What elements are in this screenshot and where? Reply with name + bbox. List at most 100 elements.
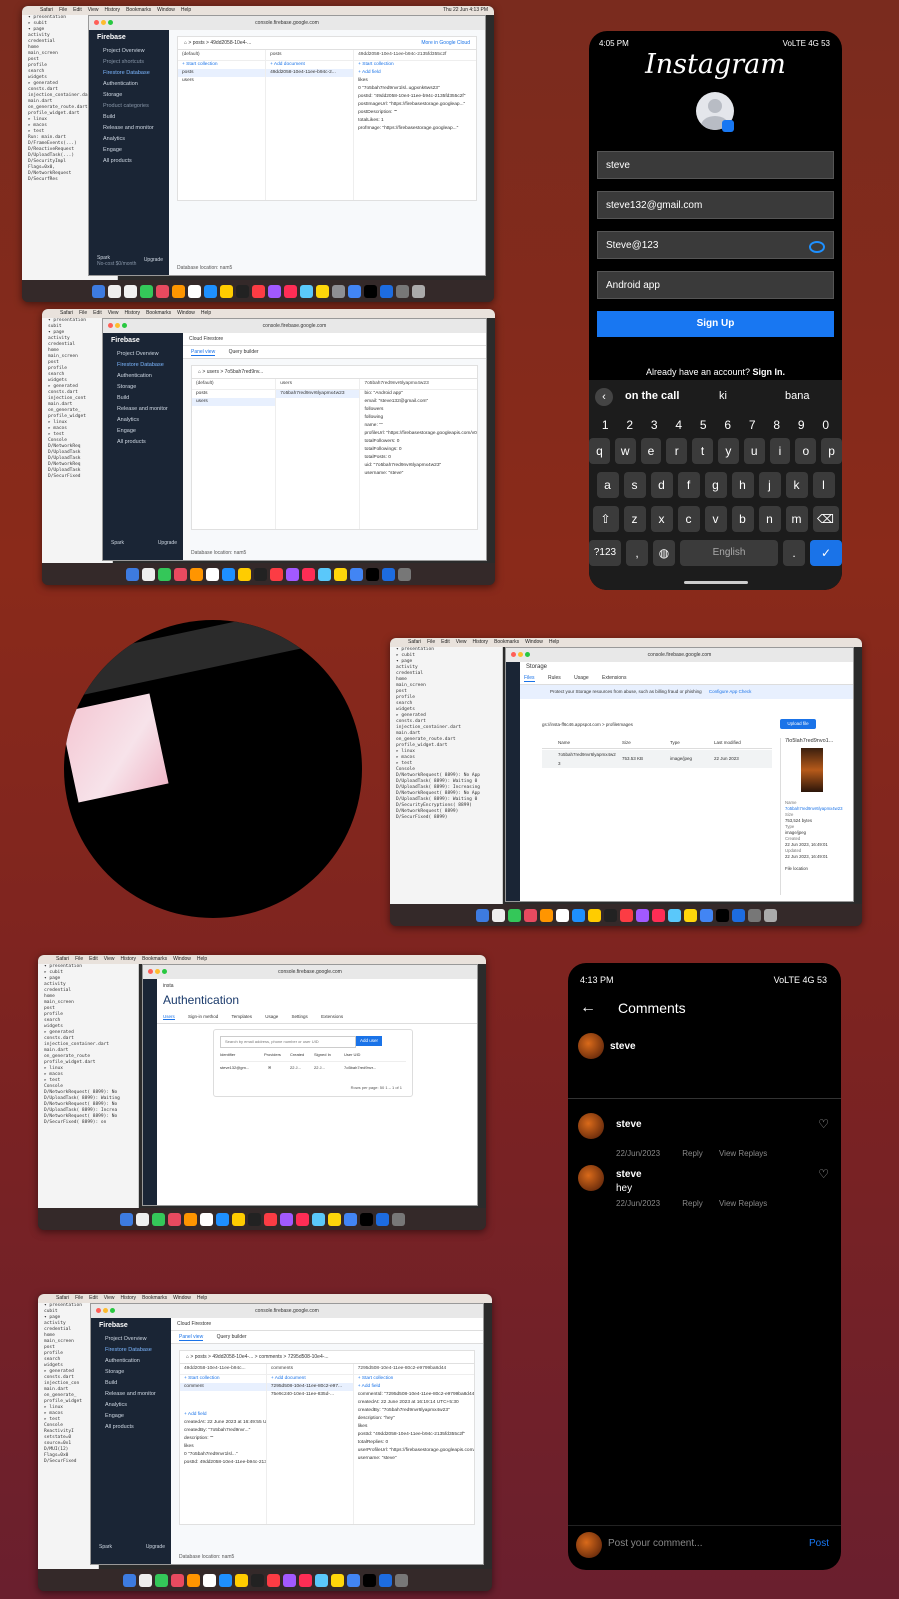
tab-files[interactable]: Files — [524, 675, 535, 682]
collection-users[interactable]: users — [178, 77, 265, 85]
nav-build[interactable]: Build — [91, 1378, 171, 1389]
key-b[interactable]: b — [731, 506, 754, 532]
tab-panel-view[interactable]: Panel view — [179, 1334, 204, 1341]
nav-authentication[interactable]: Authentication — [91, 1356, 171, 1367]
nav-release[interactable]: Release and monitor — [91, 1389, 171, 1400]
view-replies-button[interactable]: View Replays — [719, 1149, 767, 1158]
collection-users[interactable]: users — [192, 398, 276, 406]
add-field-button[interactable]: + Add field — [180, 1411, 266, 1419]
table-row[interactable]: steve132@gm... ✉ 22 J... 22 J... 7o5bah7red9… — [220, 1065, 406, 1074]
start-collection-button[interactable]: + Start collection — [354, 61, 476, 69]
file-row[interactable]: 7o5bah7red9nvr6lyapmx4w23 753.53 KB imag… — [542, 750, 772, 768]
document-row[interactable]: 7o5bah7red9nvr6lyapmx4w23 — [276, 390, 360, 398]
nav-release[interactable]: Release and monitor — [89, 123, 169, 134]
heart-icon[interactable]: ♡ — [818, 1167, 829, 1181]
eye-icon[interactable] — [809, 241, 825, 253]
key-o[interactable]: o — [795, 438, 817, 464]
key-g[interactable]: g — [704, 472, 727, 498]
collection-comment[interactable]: comment — [180, 1383, 266, 1391]
key-n[interactable]: n — [758, 506, 781, 532]
start-collection-button[interactable]: + Start collection — [178, 61, 265, 69]
key-s[interactable]: s — [623, 472, 646, 498]
reply-button[interactable]: Reply — [682, 1199, 702, 1208]
tab-query-builder[interactable]: Query builder — [217, 1334, 247, 1340]
nav-firestore[interactable]: Firestore Database — [91, 1345, 171, 1356]
password-input[interactable]: Steve@123 — [597, 231, 834, 259]
tab-panel-view[interactable]: Panel view — [191, 349, 216, 356]
back-arrow-icon[interactable]: ← — [580, 999, 596, 1017]
document-row[interactable]: 49dd2058-10e4-11ee-b94c-2... — [266, 69, 354, 77]
backspace-key[interactable]: ⌫ — [812, 506, 839, 532]
url-bar[interactable]: console.firebase.google.com — [255, 20, 319, 26]
nav-analytics[interactable]: Analytics — [103, 415, 183, 426]
key-r[interactable]: r — [666, 438, 688, 464]
nav-engage[interactable]: Engage — [103, 426, 183, 437]
email-input[interactable]: steve132@gmail.com — [597, 191, 834, 219]
comment-input[interactable]: Post your comment... — [608, 1538, 702, 1549]
tab-extensions[interactable]: Extensions — [321, 1014, 343, 1019]
space-bar[interactable]: English — [680, 540, 778, 566]
avatar[interactable] — [576, 1532, 602, 1558]
tab-users[interactable]: Users — [163, 1014, 175, 1020]
globe-icon[interactable]: ◍ — [653, 540, 675, 566]
nav-engage[interactable]: Engage — [91, 1411, 171, 1422]
key-h[interactable]: h — [731, 472, 754, 498]
nav-all-products[interactable]: All products — [103, 437, 183, 448]
search-bar[interactable] — [64, 620, 362, 698]
tab-extensions[interactable]: Extensions — [602, 675, 626, 681]
upgrade-button[interactable]: Upgrade — [146, 1544, 165, 1550]
nav-build[interactable]: Build — [89, 112, 169, 123]
key-z[interactable]: z — [623, 506, 646, 532]
key-w[interactable]: w — [614, 438, 636, 464]
key-8[interactable]: 8 — [773, 418, 780, 432]
key-l[interactable]: l — [812, 472, 835, 498]
add-document-button[interactable]: + Add document — [266, 61, 353, 69]
suggestion-2[interactable]: ki — [719, 390, 727, 402]
start-collection-button[interactable]: + Start collection — [180, 1375, 266, 1383]
tab-query-builder[interactable]: Query builder — [229, 349, 259, 355]
nav-analytics[interactable]: Analytics — [89, 134, 169, 145]
view-replies-button[interactable]: View Replays — [719, 1199, 767, 1208]
upgrade-button[interactable]: Upgrade — [144, 257, 163, 263]
url-bar[interactable]: console.firebase.google.com — [263, 323, 327, 329]
pagination[interactable]: Rows per page: 50 1 – 1 of 1 — [351, 1085, 402, 1090]
key-e[interactable]: e — [640, 438, 662, 464]
suggestion-3[interactable]: bana — [785, 390, 809, 402]
key-7[interactable]: 7 — [749, 418, 756, 432]
url-bar[interactable]: console.firebase.google.com — [278, 969, 342, 975]
key-d[interactable]: d — [650, 472, 673, 498]
url-bar[interactable]: console.firebase.google.com — [255, 1308, 319, 1314]
symbols-key[interactable]: ?123 — [589, 540, 621, 566]
period-key[interactable]: . — [783, 540, 805, 566]
username-input[interactable]: steve — [597, 151, 834, 179]
project-selector[interactable]: insta — [163, 983, 174, 989]
tab-usage[interactable]: Usage — [265, 1014, 278, 1019]
key-4[interactable]: 4 — [675, 418, 682, 432]
key-5[interactable]: 5 — [700, 418, 707, 432]
shift-key[interactable]: ⇧ — [592, 506, 619, 532]
nav-authentication[interactable]: Authentication — [89, 79, 169, 90]
key-j[interactable]: j — [758, 472, 781, 498]
add-photo-icon[interactable] — [722, 120, 734, 132]
nav-all-products[interactable]: All products — [91, 1422, 171, 1433]
upload-file-button[interactable]: Upload file — [780, 719, 816, 729]
document-row[interactable]: 7295d508-10e4-11ee-80c2-e97... — [266, 1383, 353, 1391]
tab-usage[interactable]: Usage — [574, 675, 588, 681]
key-f[interactable]: f — [677, 472, 700, 498]
collection-posts[interactable]: posts — [192, 390, 275, 398]
key-c[interactable]: c — [677, 506, 700, 532]
nav-storage[interactable]: Storage — [103, 382, 183, 393]
post-button[interactable]: Post — [809, 1538, 829, 1549]
enter-check-icon[interactable]: ✓ — [810, 540, 842, 566]
key-m[interactable]: m — [785, 506, 808, 532]
start-collection-button[interactable]: + Start collection — [354, 1375, 474, 1383]
more-in-google-cloud-link[interactable]: More in Google Cloud — [421, 37, 476, 49]
nav-all-products[interactable]: All products — [89, 156, 169, 167]
nav-project-overview[interactable]: Project Overview — [103, 349, 183, 360]
user-search-input[interactable]: Search by email address, phone number or… — [220, 1036, 356, 1048]
nav-firestore[interactable]: Firestore Database — [103, 360, 183, 371]
avatar[interactable] — [578, 1113, 604, 1139]
collapse-icon[interactable]: ‹ — [595, 388, 613, 406]
key-3[interactable]: 3 — [651, 418, 658, 432]
heart-icon[interactable]: ♡ — [818, 1117, 829, 1131]
